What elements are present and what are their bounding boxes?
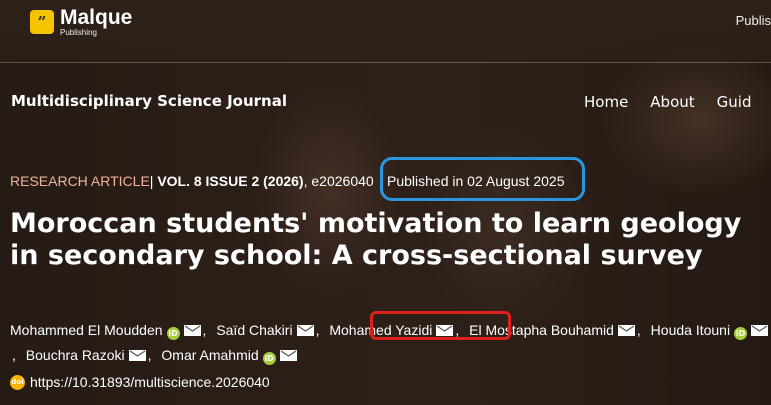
article-type: RESEARCH ARTICLE	[10, 173, 150, 189]
top-right-link[interactable]: Publis	[736, 13, 771, 28]
article-id: , e2026040	[303, 173, 374, 189]
article-meta: RESEARCH ARTICLE| VOL. 8 ISSUE 2 (2026),…	[10, 173, 374, 189]
nav-about[interactable]: About	[650, 93, 694, 111]
orcid-icon[interactable]: iD	[734, 327, 748, 340]
doi-link[interactable]: doi https://10.31893/multiscience.202604…	[10, 374, 270, 390]
mail-icon[interactable]	[183, 325, 201, 336]
mail-icon[interactable]	[751, 325, 769, 336]
published-highlight-box	[380, 157, 585, 201]
author-name[interactable]: Saïd Chakiri	[216, 322, 292, 338]
nav-guidelines[interactable]: Guid	[717, 93, 752, 111]
author-separator: ,	[636, 322, 641, 338]
author-separator: ,	[147, 347, 152, 363]
mail-icon[interactable]	[279, 350, 297, 361]
author-separator: ,	[12, 347, 16, 363]
main-nav: Home About Guid	[584, 93, 751, 111]
publisher-logo[interactable]: ” Malque Publishing	[30, 7, 132, 37]
volume-issue[interactable]: VOL. 8 ISSUE 2 (2026)	[157, 173, 303, 189]
author-name[interactable]: Mohammed El Moudden	[10, 322, 163, 338]
orcid-icon[interactable]: iD	[262, 352, 276, 365]
author-name[interactable]: Bouchra Razoki	[26, 347, 125, 363]
mail-icon[interactable]	[617, 325, 635, 336]
orcid-icon[interactable]: iD	[166, 327, 180, 340]
author-separator: ,	[202, 322, 207, 338]
journal-title[interactable]: Multidisciplinary Science Journal	[11, 92, 287, 110]
author-name[interactable]: Omar Amahmid	[161, 347, 258, 363]
doi-url[interactable]: https://10.31893/multiscience.2026040	[30, 374, 270, 390]
mail-icon[interactable]	[296, 325, 314, 336]
doi-icon: doi	[10, 374, 25, 390]
logo-name: Malque	[60, 6, 133, 29]
nav-home[interactable]: Home	[584, 93, 628, 111]
mail-icon[interactable]	[128, 350, 146, 361]
author-separator: ,	[315, 322, 320, 338]
logo-subtitle: Publishing	[60, 28, 97, 37]
article-title: Moroccan students' motivation to learn g…	[10, 208, 742, 271]
author-name[interactable]: Houda Itouni	[651, 322, 730, 338]
logo-mark-icon: ”	[30, 10, 54, 34]
author-highlight-box	[370, 311, 511, 340]
meta-divider: |	[149, 173, 154, 189]
